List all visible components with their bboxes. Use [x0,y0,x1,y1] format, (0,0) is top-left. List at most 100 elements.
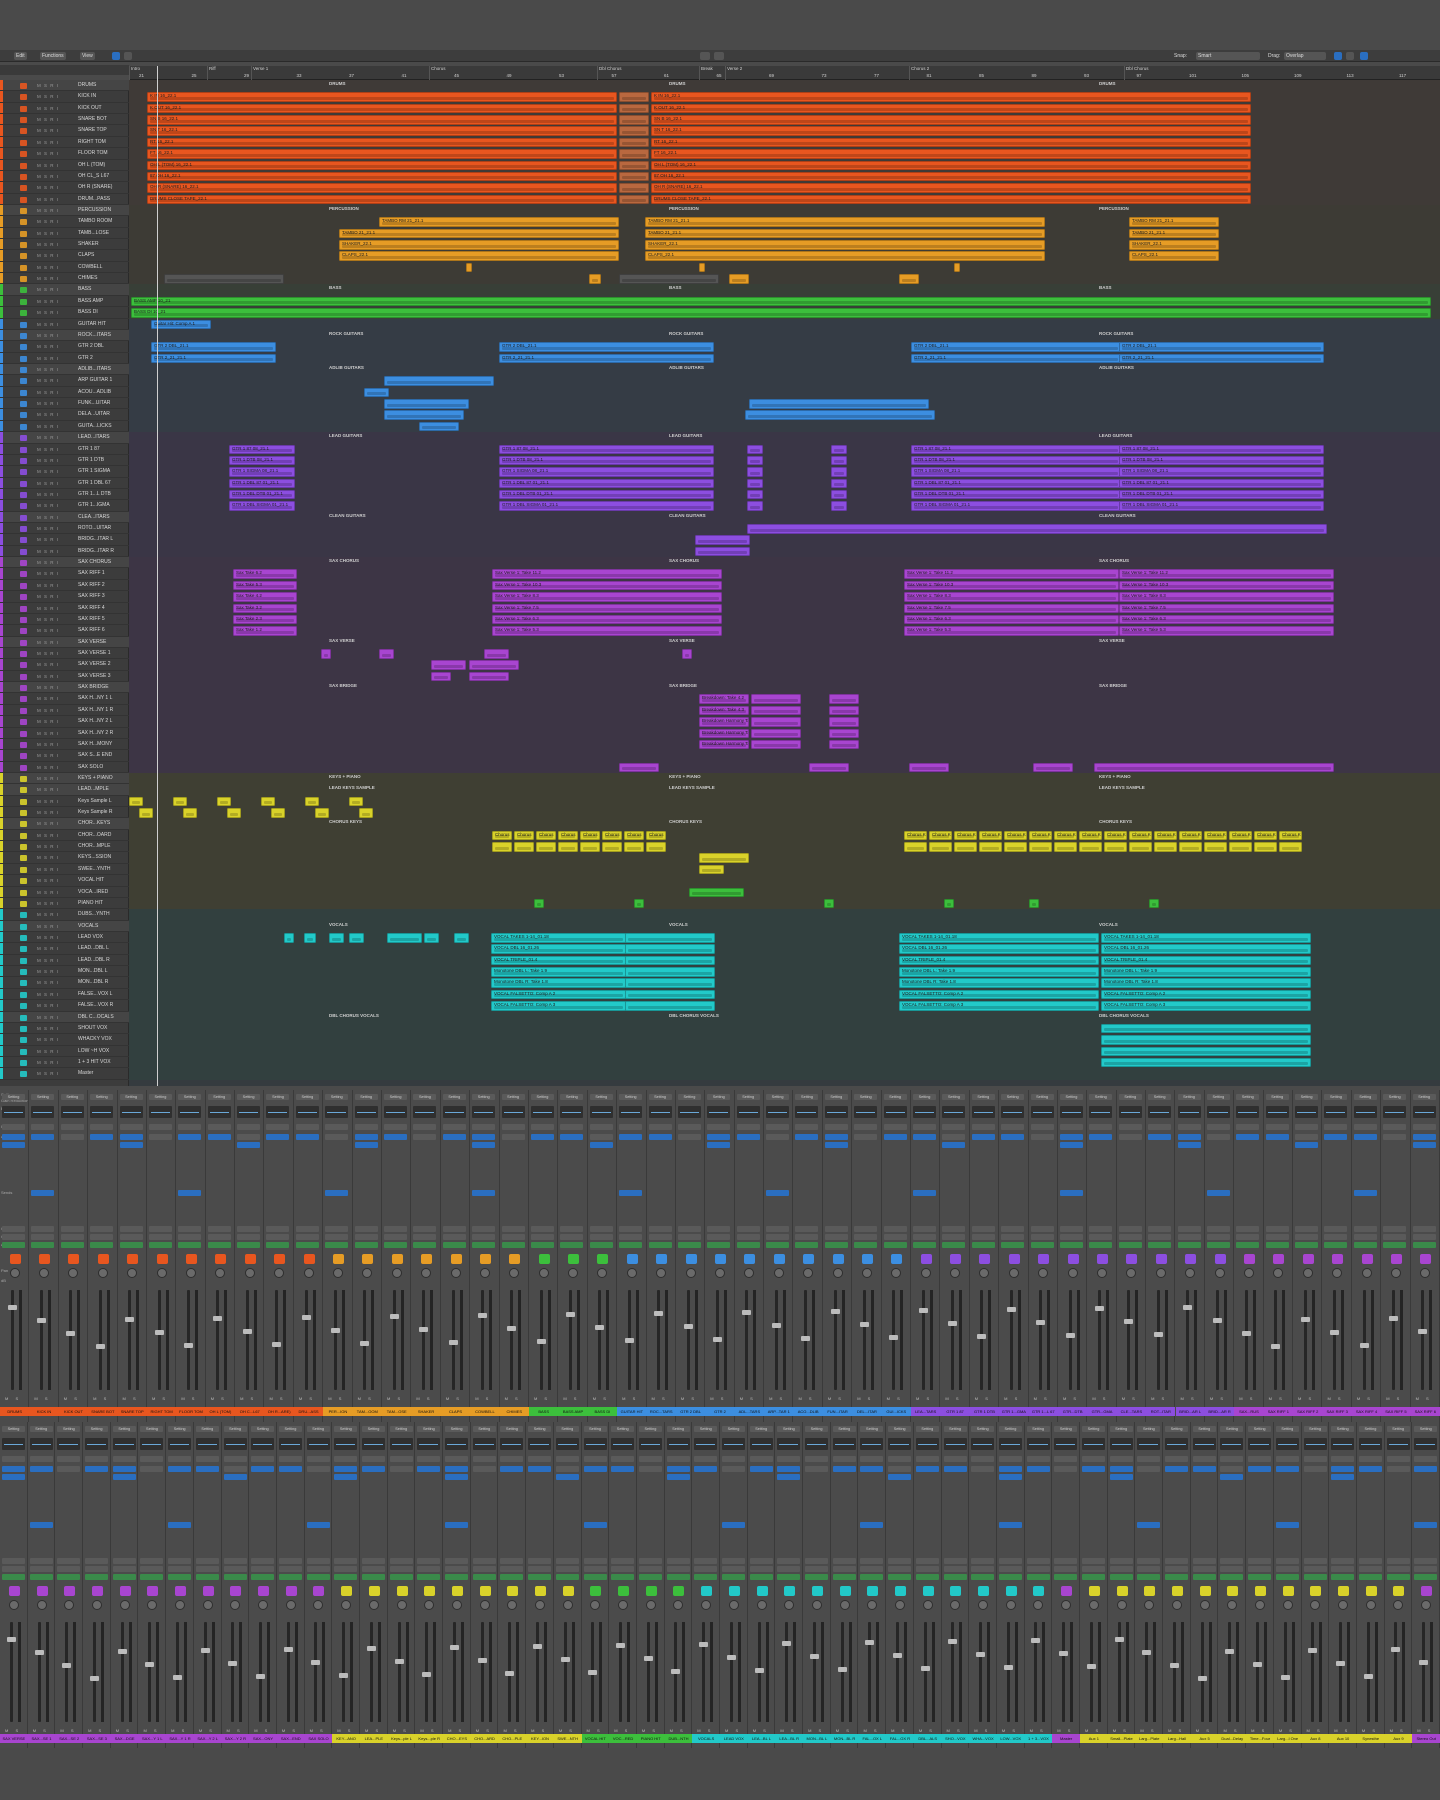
automation-mode[interactable] [325,1242,349,1248]
setting-button[interactable]: Setting [325,1094,349,1100]
volume-fader[interactable] [951,1622,955,1722]
automation-mode[interactable] [736,1242,760,1248]
track-header[interactable]: M S R I LEAD...DBL L [0,943,129,955]
automation-mode[interactable] [29,1574,53,1580]
mute-solo-buttons[interactable]: M S R I [37,523,59,533]
region[interactable]: K IN 16_22.1 [651,92,1251,102]
region[interactable] [634,898,644,909]
track-header[interactable]: M S R I SAX VERSE [0,636,129,648]
region[interactable] [466,262,472,273]
pan-knob[interactable] [803,1268,814,1278]
setting-button[interactable]: Setting [237,1094,261,1100]
eq-display[interactable] [749,1438,773,1450]
mute-solo-buttons[interactable]: M S [416,1396,432,1401]
group-slot[interactable] [1295,1234,1319,1240]
input-slot[interactable] [60,1124,84,1130]
fader-cap[interactable] [1271,1344,1281,1349]
automation-mode[interactable] [1054,1574,1078,1580]
volume-fader[interactable] [619,1622,623,1722]
track-header[interactable]: M S R I GTR 1...L DTB [0,488,129,501]
mute-solo-buttons[interactable]: M S R I [37,728,59,738]
audio-fx-slot[interactable] [1206,1134,1230,1140]
region[interactable] [831,455,847,466]
region[interactable]: Breakdown Harmony Take [699,728,749,739]
audio-fx-slot[interactable] [472,1134,496,1140]
pan-knob[interactable] [1155,1268,1166,1278]
region[interactable] [954,262,960,273]
mute-solo-buttons[interactable]: M S R I [37,250,59,260]
setting-button[interactable]: Setting [384,1094,408,1100]
region[interactable]: CLAPS_22.1 [1129,251,1219,261]
track-header[interactable]: M S R I SAX RIFF 4 [0,602,129,614]
region[interactable]: Sax Verse 1: Take 5.3 [492,626,722,636]
audio-fx-slot[interactable] [472,1466,496,1472]
region[interactable] [625,944,715,954]
region[interactable] [747,444,763,455]
region[interactable] [625,955,715,966]
input-slot[interactable] [1192,1456,1216,1462]
pan-knob[interactable] [811,1600,822,1610]
fader-cap[interactable] [339,1673,349,1678]
automation-mode[interactable] [1303,1574,1327,1580]
region[interactable] [979,842,1002,852]
mute-solo-buttons[interactable]: M S [887,1396,903,1401]
eq-display[interactable] [722,1438,745,1450]
track-header[interactable]: M S R I GTR 1...IGMA [0,500,129,512]
mute-solo-buttons[interactable]: M S R I [37,580,59,590]
pan-knob[interactable] [368,1600,379,1610]
region[interactable]: Chorus K [1179,830,1202,841]
pan-knob[interactable] [1005,1600,1016,1610]
region[interactable]: GTR 1 DBL 87 01_21.1 [499,478,714,489]
group-slot[interactable] [805,1566,829,1572]
eq-display[interactable] [619,1106,643,1118]
mute-solo-buttons[interactable]: M S [505,1396,521,1401]
input-slot[interactable] [417,1456,441,1462]
region[interactable] [619,103,649,114]
fader-cap[interactable] [532,1644,542,1649]
audio-fx-slot[interactable] [266,1134,290,1140]
eq-display[interactable] [589,1106,613,1118]
pan-knob[interactable] [1282,1600,1293,1610]
flex-icon[interactable] [124,52,132,60]
volume-fader[interactable] [1394,1622,1398,1722]
send-slot[interactable] [472,1190,496,1196]
setting-button[interactable]: Setting [1265,1094,1289,1100]
input-slot[interactable] [795,1124,819,1130]
region[interactable] [183,808,197,818]
audio-fx-slot[interactable] [913,1134,937,1140]
region[interactable]: GTR 2_21_21.1 [151,353,276,364]
output-slot[interactable] [1089,1226,1113,1232]
fader-cap[interactable] [1124,1319,1134,1324]
setting-button[interactable]: Setting [943,1426,967,1432]
setting-button[interactable]: Setting [736,1094,760,1100]
mute-solo-buttons[interactable]: M S R I [37,841,59,851]
marker-label[interactable]: Break [701,66,713,71]
setting-button[interactable]: Setting [31,1094,55,1100]
setting-button[interactable]: Setting [119,1094,143,1100]
region[interactable] [619,92,649,102]
region[interactable]: GTR 1 SIGMA 08_21.1 [499,467,714,477]
output-slot[interactable] [389,1558,413,1564]
group-slot[interactable] [560,1234,584,1240]
eq-display[interactable] [766,1106,790,1118]
audio-fx-slot[interactable] [413,1134,437,1140]
eq-display[interactable] [1414,1438,1438,1450]
audio-fx-slot[interactable] [501,1134,525,1140]
setting-button[interactable]: Setting [413,1094,437,1100]
audio-fx-slot[interactable] [1165,1466,1189,1472]
mute-solo-buttons[interactable]: M S R I [37,296,59,306]
region[interactable]: VOCAL TAKES 1-14_01.18 [491,933,626,943]
setting-button[interactable]: Setting [1001,1094,1025,1100]
group-slot[interactable] [325,1234,349,1240]
volume-fader[interactable] [1215,1290,1219,1390]
mute-solo-buttons[interactable]: M S R I [37,807,59,817]
audio-fx-slot[interactable] [2,1474,25,1480]
volume-fader[interactable] [452,1622,456,1722]
automation-mode[interactable] [148,1242,172,1248]
audio-fx-slot[interactable] [583,1466,607,1472]
setting-button[interactable]: Setting [1275,1426,1299,1432]
audio-fx-slot[interactable] [472,1142,496,1148]
group-slot[interactable] [854,1234,878,1240]
eq-display[interactable] [943,1438,967,1450]
setting-button[interactable]: Setting [648,1094,672,1100]
